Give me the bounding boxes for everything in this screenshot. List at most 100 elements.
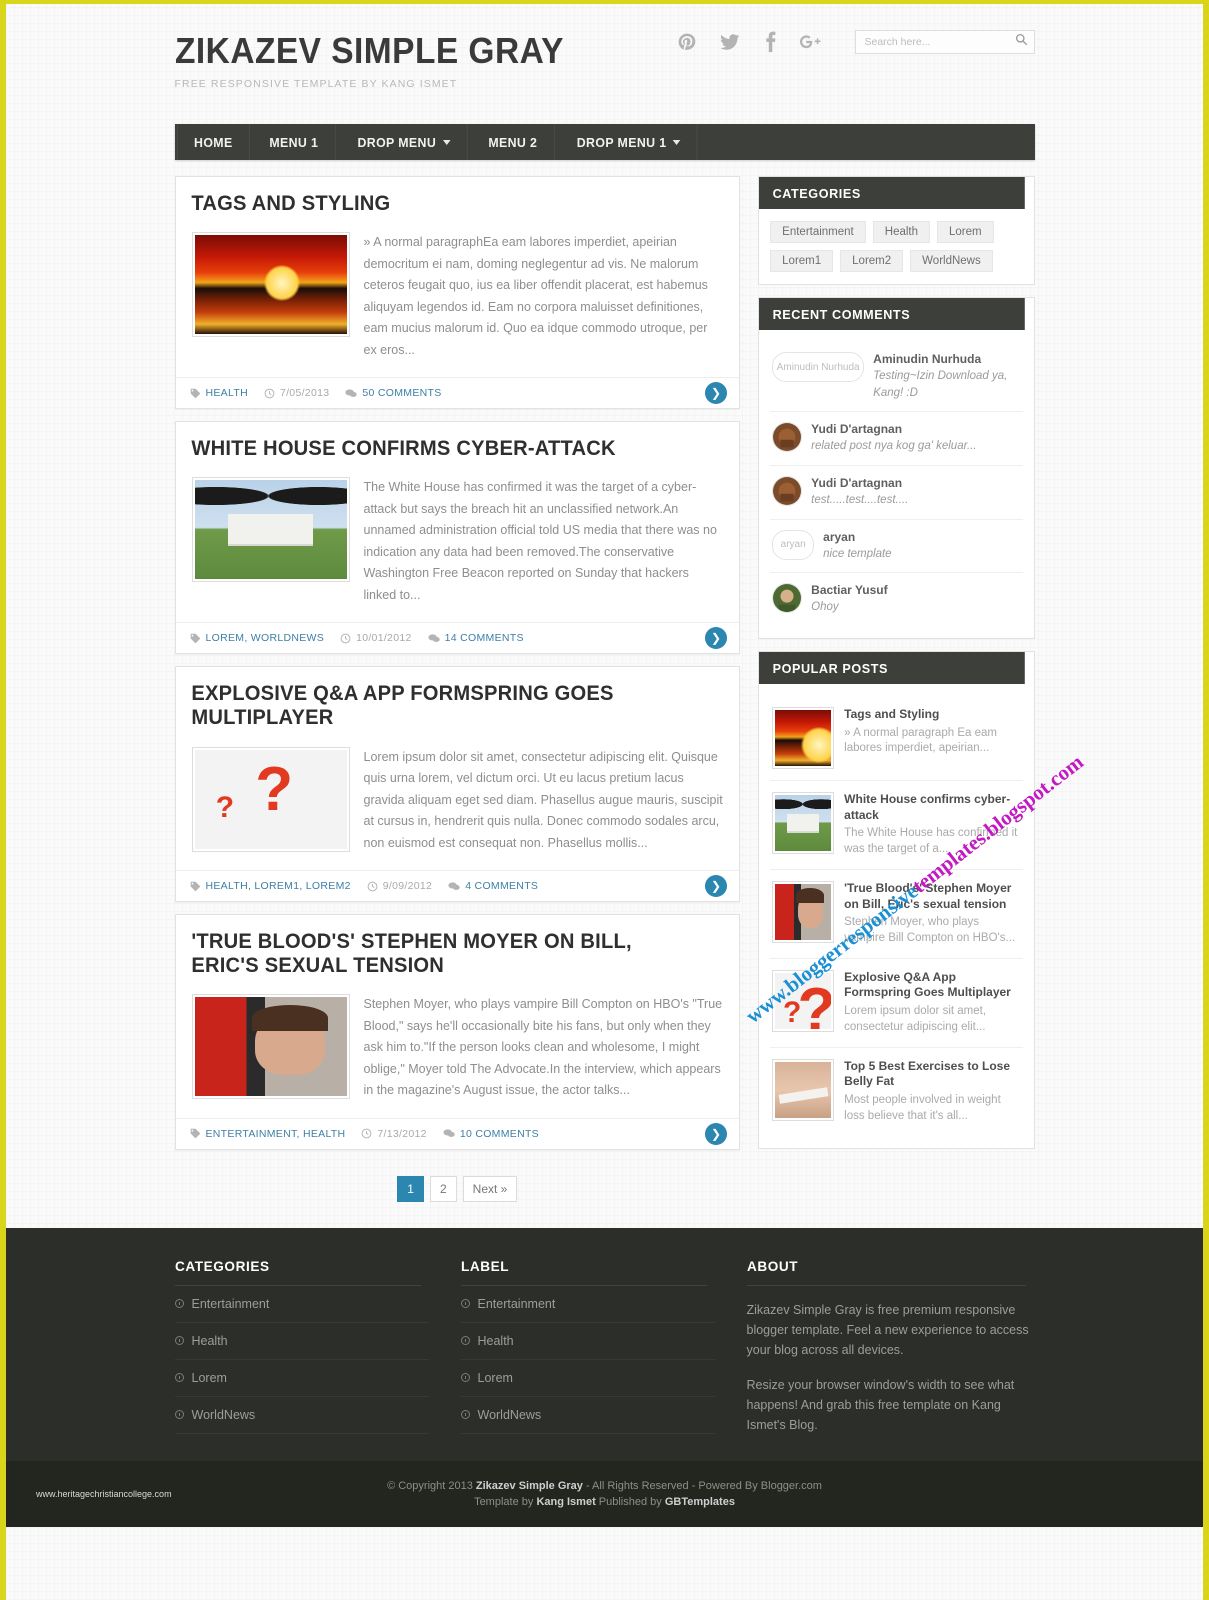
popular-post-item[interactable]: Explosive Q&A App Formspring Goes Multip… [770, 959, 1023, 1048]
comment-item[interactable]: Yudi D'artagnan test.....test....test...… [770, 466, 1023, 520]
thumbnail-image [194, 749, 347, 849]
comment-item[interactable]: aryan aryan nice template [770, 520, 1023, 574]
clock-icon [367, 881, 378, 892]
nav-item-drop-menu[interactable]: Drop Menu [341, 124, 468, 160]
pagination[interactable]: 1 2 Next » [175, 1162, 741, 1218]
footer-list-item[interactable]: Entertainment [460, 1286, 715, 1323]
post-comments[interactable]: 10 Comments [443, 1128, 539, 1140]
next-page-button[interactable]: Next » [462, 1175, 518, 1202]
clock-icon [361, 1128, 372, 1139]
copyright-brand[interactable]: Zikazev Simple Gray [476, 1480, 583, 1492]
footer-columns: Categories Entertainment Health Lorem Wo… [174, 1258, 1035, 1436]
twitter-icon[interactable] [719, 32, 741, 52]
popular-post-snippet: Lorem ipsum dolor sit amet, consectetur … [844, 1005, 987, 1033]
comment-icon [448, 881, 460, 892]
post-thumbnail[interactable] [191, 232, 350, 338]
about-paragraph-1: Zikazev Simple Gray is free premium resp… [746, 1302, 1029, 1358]
footer-list-item[interactable]: Lorem [460, 1360, 715, 1397]
post-title[interactable]: Explosive Q&A App Formspring Goes Multip… [176, 667, 717, 732]
post-excerpt: The White House has confirmed it was the… [363, 480, 717, 602]
site-url-label: www.heritagechristiancollege.com [36, 1489, 172, 1500]
category-tag[interactable]: Lorem [937, 221, 994, 243]
googleplus-icon[interactable] [799, 32, 821, 52]
tag-icon [190, 881, 201, 892]
search-box[interactable] [854, 30, 1035, 54]
read-more-button[interactable]: ❯ [705, 382, 728, 405]
footer-list-item[interactable]: Health [174, 1323, 429, 1360]
read-more-button[interactable]: ❯ [705, 1122, 728, 1145]
nav-label: Menu 2 [488, 134, 538, 150]
comment-author: Aminudin Nurhuda [873, 352, 982, 366]
thumbnail-image [194, 997, 347, 1097]
thumbnail-image [194, 480, 347, 580]
widget-title: Categories [759, 177, 1026, 209]
post-excerpt: Stephen Moyer, who plays vampire Bill Co… [363, 997, 723, 1098]
comment-message: nice template [823, 547, 892, 560]
category-tag[interactable]: Entertainment [770, 221, 866, 243]
bottom-bar: www.heritagechristiancollege.com © Copyr… [6, 1461, 1203, 1528]
post-labels[interactable]: Health, Lorem1, Lorem2 [190, 880, 351, 892]
read-more-button[interactable]: ❯ [705, 875, 728, 898]
footer-list-item[interactable]: Entertainment [174, 1286, 429, 1323]
content-area: Tags and Styling » A normal paragraphEa … [174, 160, 1035, 1218]
post-labels-text: Health [205, 387, 248, 400]
category-tag[interactable]: Lorem2 [840, 250, 904, 272]
nav-item-menu-1[interactable]: Menu 1 [253, 124, 336, 160]
nav-item-drop-menu-1[interactable]: Drop Menu 1 [561, 124, 698, 160]
comment-item[interactable]: Yudi D'artagnan related post nya kog ga'… [770, 412, 1023, 467]
footer-list-item[interactable]: Health [460, 1323, 715, 1360]
thumbnail-image [194, 235, 347, 335]
post-labels[interactable]: Entertainment, Health [190, 1128, 346, 1140]
comment-item[interactable]: Aminudin Nurhuda Aminudin Nurhuda Testin… [770, 342, 1023, 413]
popular-post-item[interactable]: 'True Blood's' Stephen Moyer on Bill, Er… [770, 870, 1023, 959]
footer-list-item[interactable]: WorldNews [174, 1397, 429, 1434]
category-tag[interactable]: WorldNews [910, 250, 993, 272]
pinterest-icon[interactable] [677, 32, 697, 52]
page-frame: Zikazev Simple Gray Free responsive temp… [0, 0, 1209, 1600]
post-title[interactable]: Tags and Styling [176, 177, 717, 218]
footer-list-item[interactable]: WorldNews [460, 1397, 715, 1434]
page-1-button[interactable]: 1 [397, 1175, 424, 1202]
popular-post-text: Explosive Q&A App Formspring Goes Multip… [844, 970, 1020, 1036]
about-paragraph-2: Resize your browser window's width to se… [746, 1377, 1015, 1433]
popular-post-item[interactable]: Top 5 Best Exercises to Lose Belly Fat M… [770, 1048, 1022, 1136]
post-title[interactable]: 'True Blood's' Stephen Moyer on Bill, Er… [176, 915, 717, 980]
page-2-button[interactable]: 2 [429, 1175, 457, 1202]
popular-post-item[interactable]: Tags and Styling » A normal paragraph Ea… [770, 696, 1023, 782]
footer-list-item[interactable]: Lorem [174, 1360, 429, 1397]
search-icon[interactable] [1015, 33, 1028, 51]
popular-post-item[interactable]: White House confirms cyber-attack The Wh… [770, 781, 1023, 870]
post-thumbnail[interactable] [191, 746, 350, 852]
post-thumbnail[interactable] [191, 994, 350, 1100]
footer-column-title: Categories [174, 1258, 421, 1286]
post-date: 7/13/2012 [361, 1128, 427, 1140]
post-comments[interactable]: 4 Comments [448, 880, 538, 892]
search-input[interactable] [864, 36, 1015, 48]
post-labels[interactable]: Lorem, WorldNews [190, 632, 325, 644]
comment-text: aryan nice template [823, 530, 1020, 563]
post-title[interactable]: White House confirms cyber-attack [176, 422, 717, 463]
credit-publisher[interactable]: GBTemplates [665, 1496, 735, 1508]
post-comments-text: 10 Comments [459, 1127, 539, 1140]
comment-author: aryan [823, 529, 856, 544]
category-tag[interactable]: Lorem1 [770, 250, 834, 272]
comment-message: test.....test....test.... [811, 494, 909, 507]
widget-body: Entertainment Health Lorem Lorem1 Lorem2… [759, 209, 1033, 284]
post-labels[interactable]: Health [190, 387, 248, 399]
facebook-icon[interactable] [763, 31, 777, 53]
post-comments[interactable]: 14 Comments [428, 632, 524, 644]
main-navigation[interactable]: Home Menu 1 Drop Menu Menu 2 Drop Menu 1 [174, 124, 1035, 160]
post-item: White House confirms cyber-attack The Wh… [174, 421, 741, 655]
credit-author[interactable]: Kang Ismet [536, 1496, 595, 1508]
nav-item-home[interactable]: Home [176, 124, 250, 160]
comment-item[interactable]: Bactiar Yusuf Ohoy [770, 573, 1022, 626]
post-comments[interactable]: 50 Comments [345, 387, 441, 399]
category-tag[interactable]: Health [872, 221, 931, 243]
read-more-button[interactable]: ❯ [705, 627, 728, 650]
post-thumbnail[interactable] [191, 477, 350, 583]
nav-item-menu-2[interactable]: Menu 2 [473, 124, 555, 160]
comment-message: Testing~Izin Download ya, Kang! :D [873, 370, 1008, 399]
popular-post-snippet: Stephen Moyer, who plays vampire Bill Co… [844, 916, 1016, 944]
avatar: aryan [772, 529, 815, 560]
category-tag-list: Entertainment Health Lorem Lorem1 Lorem2… [770, 221, 1022, 272]
